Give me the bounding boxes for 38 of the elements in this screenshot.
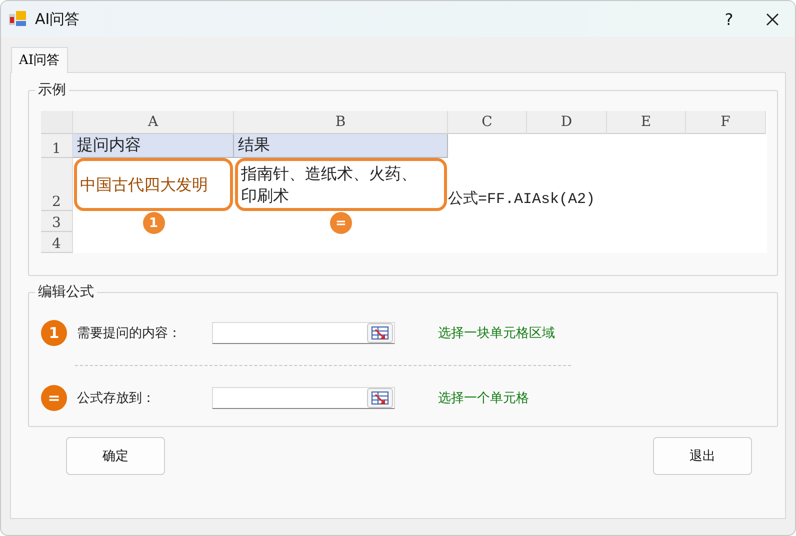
column-header: A bbox=[73, 111, 234, 134]
hint-text: 选择一个单元格 bbox=[438, 390, 529, 407]
row-header: 1 bbox=[41, 134, 73, 158]
input-field[interactable] bbox=[212, 322, 395, 344]
input-field[interactable] bbox=[212, 387, 395, 409]
step-badge: 1 bbox=[142, 212, 164, 234]
column-header: B bbox=[234, 111, 448, 134]
hint-text: 选择一块单元格区域 bbox=[438, 325, 555, 342]
row-header: 3 bbox=[41, 211, 73, 232]
column-header: C bbox=[448, 111, 527, 134]
step-badge: = bbox=[330, 212, 352, 234]
close-icon[interactable] bbox=[766, 12, 778, 26]
row-header: 4 bbox=[41, 232, 73, 253]
field-label: 公式存放到： bbox=[77, 390, 156, 407]
help-button[interactable]: ? bbox=[709, 10, 749, 28]
table-cell: 结果 bbox=[234, 134, 448, 158]
range-select-button[interactable] bbox=[367, 388, 393, 408]
table-cell: 提问内容 bbox=[73, 134, 234, 158]
group-title: 示例 bbox=[35, 81, 69, 99]
column-header: D bbox=[527, 111, 607, 134]
range-select-icon bbox=[371, 326, 389, 340]
row-header: 2 bbox=[41, 158, 73, 211]
step-badge: = bbox=[41, 385, 67, 411]
formula-text: 公式=FF.AIAsk(A2) bbox=[448, 190, 596, 208]
app-icon bbox=[9, 11, 27, 27]
highlighted-cell: 中国古代四大发明 bbox=[74, 158, 233, 211]
exit-button[interactable]: 退出 bbox=[653, 437, 752, 475]
tab[interactable]: AI问答 bbox=[11, 47, 68, 73]
ok-button[interactable]: 确定 bbox=[66, 437, 165, 475]
column-header: E bbox=[607, 111, 686, 134]
highlighted-cell: 指南针、造纸术、火药、印刷术 bbox=[235, 158, 447, 211]
group-title: 编辑公式 bbox=[35, 283, 97, 301]
range-select-button[interactable] bbox=[367, 323, 393, 343]
range-select-icon bbox=[371, 391, 389, 405]
field-label: 需要提问的内容： bbox=[77, 325, 182, 342]
window-title: AI问答 bbox=[35, 10, 81, 28]
column-header: F bbox=[686, 111, 766, 134]
step-badge: 1 bbox=[41, 320, 67, 346]
